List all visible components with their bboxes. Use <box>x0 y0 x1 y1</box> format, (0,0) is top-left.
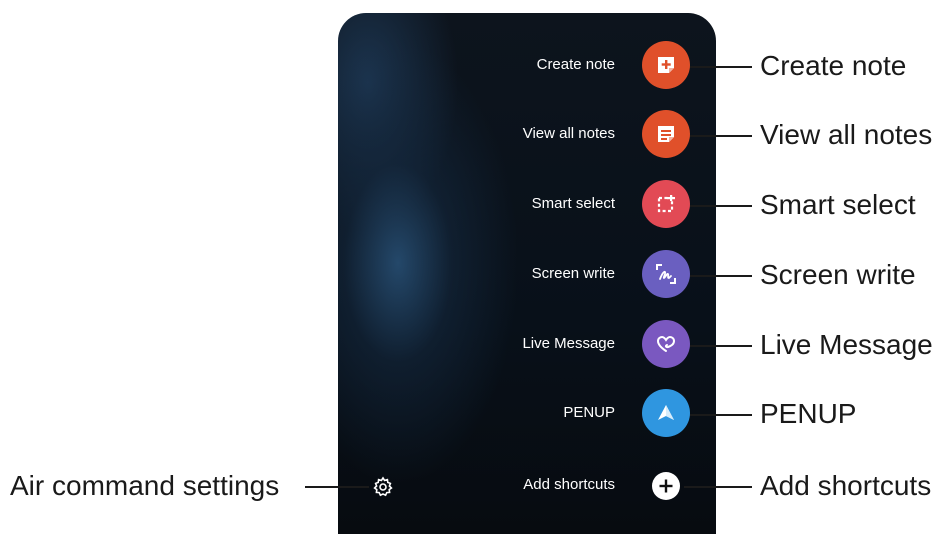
leader-line-air-command-settings <box>305 486 369 488</box>
callout-screen-write: Screen write <box>760 259 916 290</box>
callout-penup: PENUP <box>760 398 857 429</box>
air-command-settings-button[interactable] <box>371 475 395 499</box>
callout-smart-select: Smart select <box>760 189 916 220</box>
leader-line-create-note <box>690 66 752 68</box>
leader-line-add-shortcuts <box>684 486 752 488</box>
menu-label-view-all-notes[interactable]: View all notes <box>375 124 615 144</box>
create-note-button[interactable] <box>642 41 690 89</box>
penup-icon <box>658 405 674 420</box>
heart-scribble-icon <box>656 335 676 352</box>
menu-label-smart-select[interactable]: Smart select <box>375 194 615 214</box>
live-message-button[interactable] <box>642 320 690 368</box>
menu-label-screen-write[interactable]: Screen write <box>375 264 615 284</box>
leader-line-live-message <box>690 345 752 347</box>
gear-icon <box>373 476 393 497</box>
menu-label-add-shortcuts[interactable]: Add shortcuts <box>375 475 615 495</box>
screen-write-button[interactable] <box>642 250 690 298</box>
screen-write-icon <box>656 264 676 284</box>
leader-line-screen-write <box>690 275 752 277</box>
penup-button[interactable] <box>642 389 690 437</box>
menu-label-live-message[interactable]: Live Message <box>375 334 615 354</box>
notes-list-icon <box>658 126 674 142</box>
air-command-panel: Create note View all notes Smart select … <box>338 13 716 534</box>
add-shortcuts-button[interactable] <box>652 472 680 500</box>
leader-line-smart-select <box>690 205 752 207</box>
smart-select-button[interactable] <box>642 180 690 228</box>
callout-live-message: Live Message <box>760 329 933 360</box>
callout-create-note: Create note <box>760 50 907 81</box>
view-all-notes-button[interactable] <box>642 110 690 158</box>
callout-add-shortcuts: Add shortcuts <box>760 470 932 501</box>
crop-select-icon <box>657 195 675 213</box>
plus-icon <box>659 479 673 493</box>
callout-view-all-notes: View all notes <box>760 119 933 150</box>
leader-line-view-all-notes <box>690 135 752 137</box>
callout-air-command-settings: Air command settings <box>10 470 280 501</box>
note-add-icon <box>658 57 674 73</box>
leader-line-penup <box>690 414 752 416</box>
menu-label-create-note[interactable]: Create note <box>375 55 615 75</box>
menu-label-penup[interactable]: PENUP <box>375 403 615 423</box>
